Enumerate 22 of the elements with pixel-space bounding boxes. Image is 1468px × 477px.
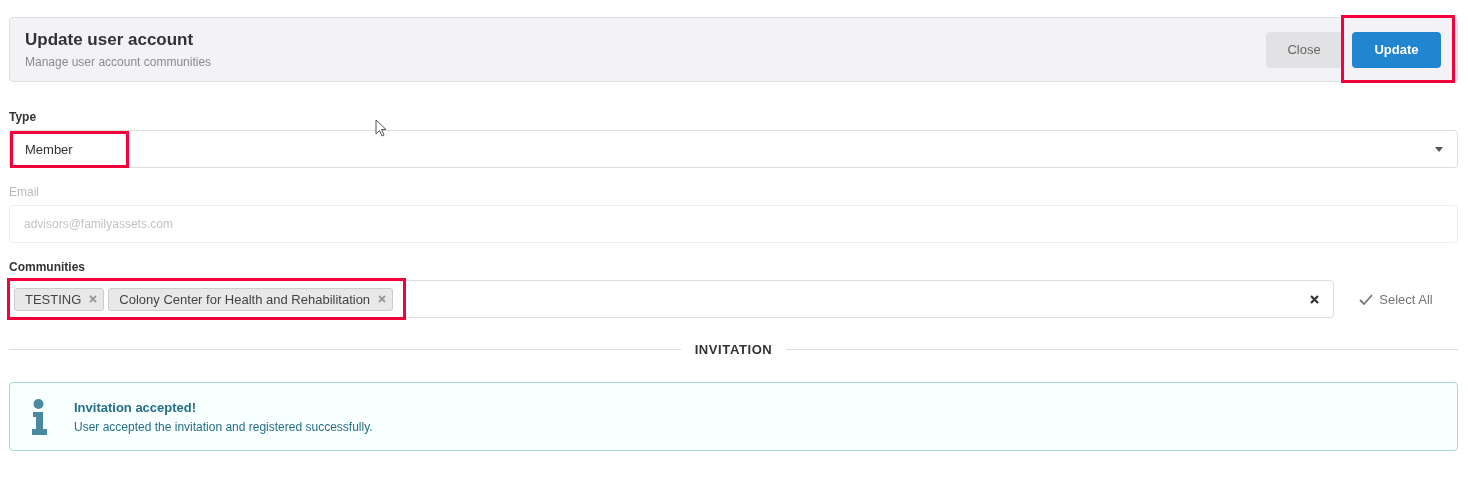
dialog-subtitle: Manage user account communities — [25, 55, 212, 69]
section-heading: INVITATION — [694, 342, 773, 357]
type-dropdown[interactable]: Member — [9, 130, 1458, 168]
info-icon — [30, 398, 48, 435]
dialog-title: Update user account — [25, 30, 195, 50]
caret-icon — [1435, 146, 1443, 152]
remove-icon[interactable] — [378, 295, 387, 303]
communities-field[interactable]: TESTING Colony Center for Health and Rehabilitation — [9, 280, 1334, 318]
update-button[interactable]: Update — [1352, 31, 1441, 68]
field-label: Type — [9, 110, 38, 124]
field-label: Email — [9, 185, 40, 199]
check-icon — [1359, 293, 1374, 305]
remove-icon[interactable] — [89, 295, 98, 303]
alert-title: Invitation accepted! — [74, 399, 198, 415]
cursor-icon — [375, 119, 387, 137]
field-label: Communities — [9, 260, 86, 274]
community-tag[interactable]: TESTING — [14, 287, 105, 311]
close-button[interactable]: Close — [1266, 31, 1342, 68]
clear-icon[interactable] — [1310, 294, 1319, 304]
select-all-button[interactable]: Select All — [1334, 281, 1458, 317]
alert-message: User accepted the invitation and registered successfully. — [74, 419, 373, 434]
community-tag[interactable]: Colony Center for Health and Rehabilitation — [108, 287, 394, 311]
